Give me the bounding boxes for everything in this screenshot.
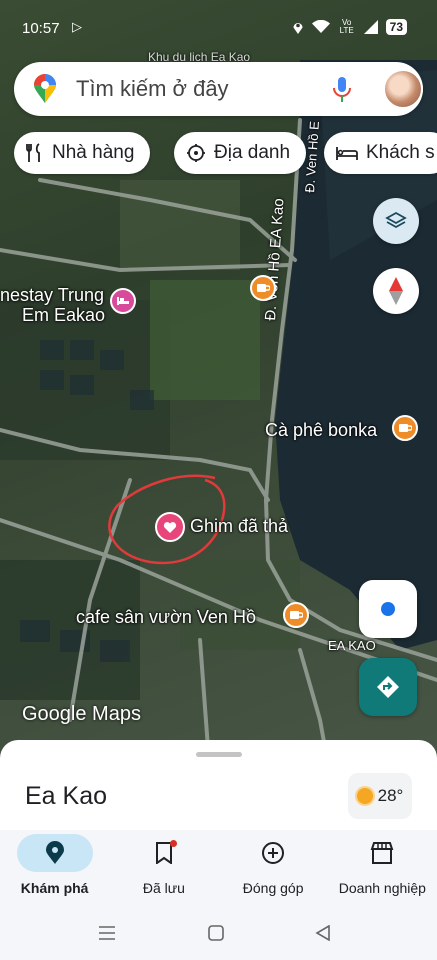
search-input[interactable]: Tìm kiếm ở đây [76, 76, 229, 102]
bottom-navigation: Khám phá Đã lưu Đóng góp Doanh nghiệp [0, 830, 437, 910]
nav-label: Đã lưu [142, 880, 185, 896]
hotel-poi-icon[interactable] [110, 288, 136, 314]
battery-indicator: 73 [385, 19, 407, 35]
cafe-poi-icon[interactable] [283, 602, 309, 628]
signal-icon [363, 20, 378, 34]
area-label-ea-kao: EA KAO [328, 638, 376, 653]
chip-label: Khách s [366, 142, 435, 163]
compass-icon [389, 277, 403, 305]
status-bar: 10:57 ▷ Vo LTE 73 [0, 0, 437, 58]
dropped-pin-icon[interactable] [155, 512, 185, 542]
microphone-icon[interactable] [332, 76, 352, 104]
nav-contribute[interactable]: Đóng góp [219, 830, 328, 910]
bottom-sheet[interactable]: Ea Kao 28° [0, 740, 437, 830]
recent-apps-icon[interactable] [98, 925, 116, 941]
wifi-icon [311, 20, 330, 33]
nav-label: Khám phá [20, 880, 89, 896]
directions-icon [377, 676, 399, 698]
place-label-dropped-pin[interactable]: Ghim đã thả [190, 516, 288, 537]
chip-landmarks[interactable]: Địa danh [174, 132, 307, 174]
fork-knife-icon [26, 143, 44, 163]
network-type: Vo LTE [339, 18, 354, 35]
sun-icon [356, 788, 373, 804]
search-bar[interactable]: Tìm kiếm ở đây [14, 62, 423, 116]
nav-business[interactable]: Doanh nghiệp [328, 830, 437, 910]
status-time: 10:57 [22, 20, 60, 37]
directions-button[interactable] [359, 658, 417, 716]
back-button-icon[interactable] [315, 925, 331, 941]
account-avatar[interactable] [383, 69, 423, 109]
my-location-button[interactable] [359, 580, 417, 638]
chip-hotels[interactable]: Khách s [324, 132, 437, 174]
nav-label: Doanh nghiệp [338, 880, 426, 896]
nav-label: Đóng góp [242, 880, 304, 896]
sheet-drag-handle[interactable] [196, 752, 242, 757]
landmark-icon [186, 143, 206, 163]
cafe-poi-icon[interactable] [392, 415, 418, 441]
place-label-cafe-san-vuon[interactable]: cafe sân vườn Ven Hồ [76, 607, 256, 628]
bed-icon [336, 145, 358, 161]
my-location-icon [381, 602, 395, 616]
layers-button[interactable] [373, 198, 419, 244]
layers-icon [385, 211, 407, 229]
google-maps-pin-icon [34, 74, 56, 103]
compass-button[interactable] [373, 268, 419, 314]
nav-explore[interactable]: Khám phá [0, 830, 109, 910]
place-label-homestay[interactable]: nestay Trung Em Eakao [0, 285, 105, 325]
storefront-icon [344, 834, 420, 872]
temperature: 28° [377, 786, 404, 805]
play-store-icon: ▷ [72, 19, 82, 34]
place-title: Ea Kao [25, 782, 108, 810]
home-button-icon[interactable] [208, 925, 224, 941]
weather-chip[interactable]: 28° [348, 773, 412, 819]
nav-saved[interactable]: Đã lưu [109, 830, 218, 910]
add-circle-icon [235, 834, 311, 872]
explore-pin-icon [16, 834, 93, 872]
chip-label: Địa danh [214, 142, 291, 163]
google-maps-logo: Google Maps [22, 703, 141, 725]
chip-label: Nhà hàng [52, 142, 135, 163]
system-navigation-bar [0, 910, 437, 960]
location-status-icon [293, 22, 303, 34]
bookmark-icon [126, 834, 202, 872]
cafe-poi-icon[interactable] [250, 275, 276, 301]
chip-restaurants[interactable]: Nhà hàng [14, 132, 151, 174]
place-label-ca-phe-bonka[interactable]: Cà phê bonka [265, 420, 377, 441]
